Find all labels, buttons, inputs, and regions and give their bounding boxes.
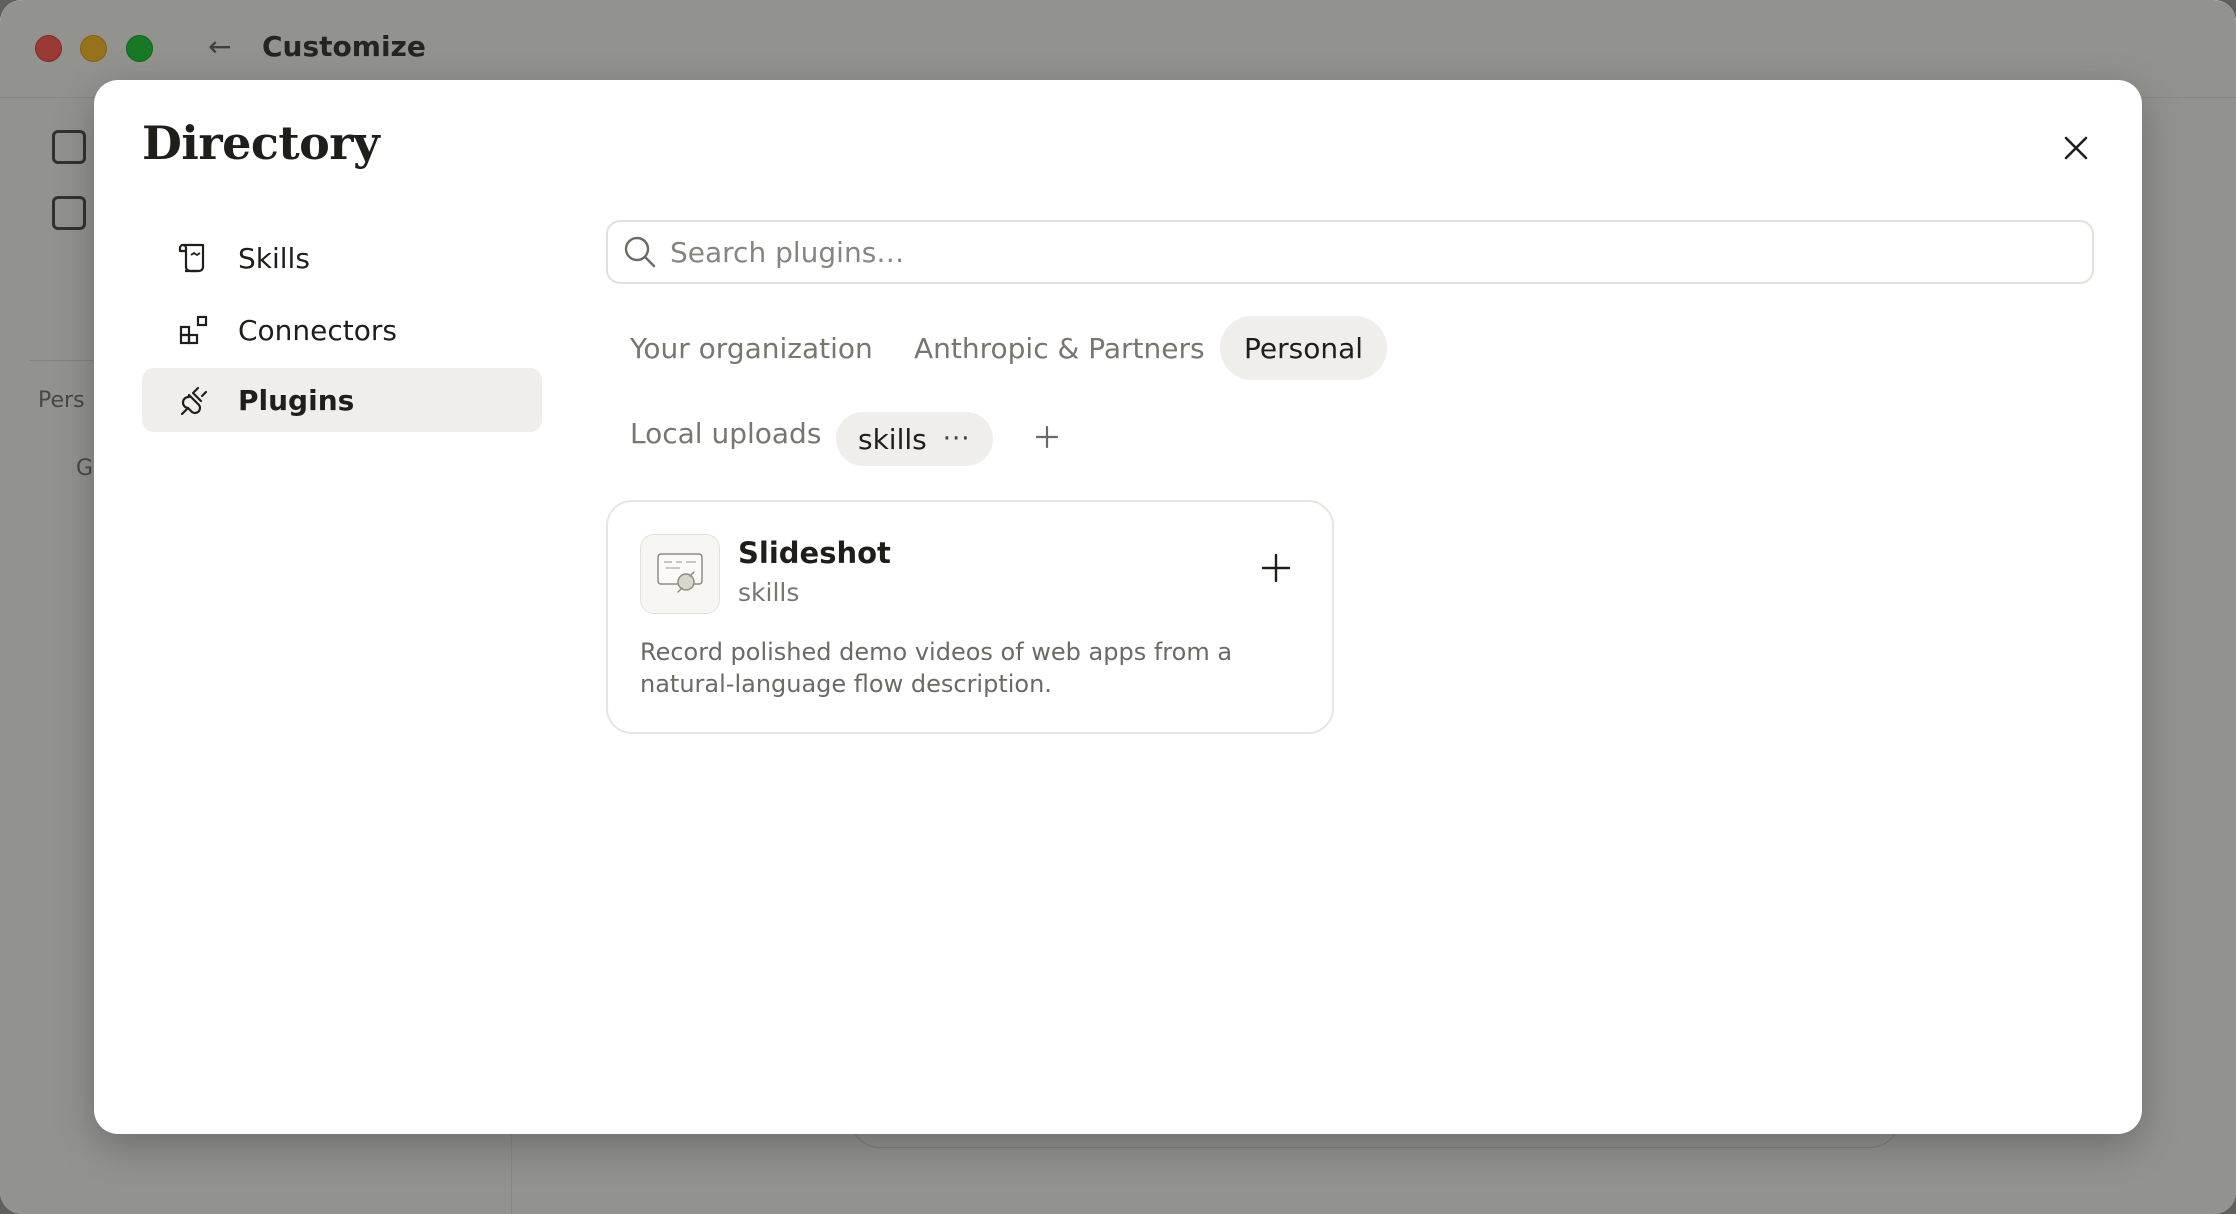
close-button[interactable] xyxy=(2054,126,2098,170)
plugin-description: Record polished demo videos of web apps … xyxy=(640,638,1233,698)
add-filter-button[interactable] xyxy=(1020,410,1074,464)
sidebar-item-skills[interactable]: Skills xyxy=(142,226,542,290)
chip-label: skills xyxy=(858,422,927,456)
directory-modal: Directory Skills Connectors Plugins Sear… xyxy=(94,80,2142,1134)
connectors-icon xyxy=(176,312,212,348)
modal-title: Directory xyxy=(142,116,380,170)
search-input[interactable] xyxy=(670,235,2050,269)
sidebar-item-label: Plugins xyxy=(238,383,355,417)
search-icon xyxy=(620,232,660,272)
scroll-icon xyxy=(176,240,212,276)
sidebar-item-label: Skills xyxy=(238,241,310,275)
more-options-icon[interactable]: ··· xyxy=(943,426,971,452)
filter-local-uploads[interactable]: Local uploads xyxy=(630,406,821,460)
sidebar-item-plugins[interactable]: Plugins xyxy=(142,368,542,432)
filter-chip-skills[interactable]: skills ··· xyxy=(836,412,993,466)
plugin-name: Slideshot xyxy=(738,536,891,570)
plugin-card[interactable]: Slideshot skills Record polished demo vi… xyxy=(606,500,1334,734)
add-plugin-button[interactable] xyxy=(1254,546,1298,590)
sidebar-item-connectors[interactable]: Connectors xyxy=(142,298,542,362)
close-icon xyxy=(2064,136,2088,160)
search-bar xyxy=(606,220,2094,284)
slideshot-thumbnail-icon xyxy=(640,534,720,614)
tab-anthropic-partners[interactable]: Anthropic & Partners xyxy=(890,316,1229,380)
plus-icon xyxy=(1035,425,1059,449)
tab-personal[interactable]: Personal xyxy=(1220,316,1388,380)
tab-your-organization[interactable]: Your organization xyxy=(606,316,897,380)
plugin-category: skills xyxy=(738,578,800,607)
plus-icon xyxy=(1261,553,1291,583)
sidebar-item-label: Connectors xyxy=(238,313,398,347)
plug-icon xyxy=(176,382,212,418)
